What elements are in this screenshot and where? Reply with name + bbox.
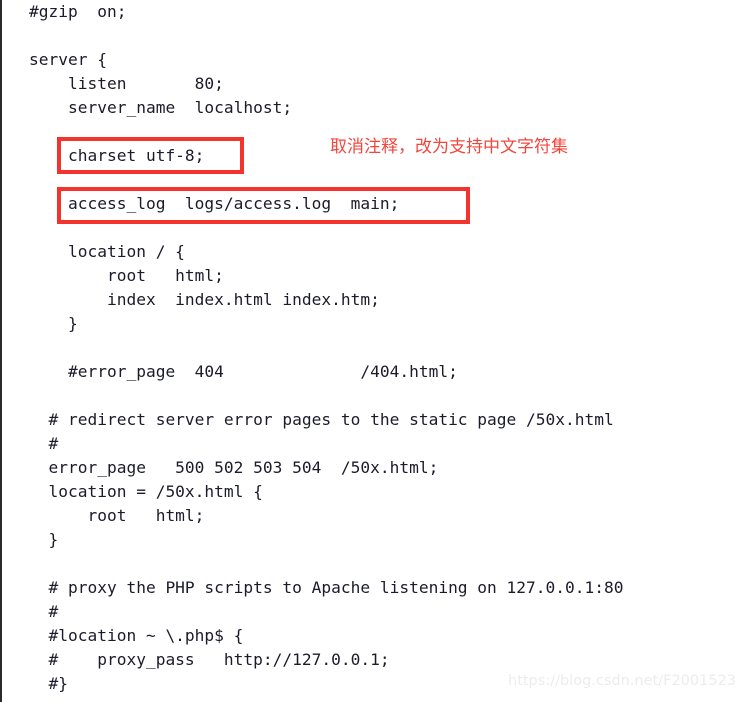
code-line: location / { (29, 242, 185, 261)
code-line: #gzip on; (29, 2, 127, 21)
code-line: root html; (29, 506, 205, 525)
code-line: } (29, 530, 59, 549)
code-line: root html; (29, 266, 224, 285)
code-line: listen 80; (29, 74, 224, 93)
screenshot-canvas: #gzip on; server { listen 80; server_name… (0, 0, 737, 702)
watermark: https://blog.csdn.net/F2001523 (508, 673, 737, 689)
code-line: # proxy_pass http://127.0.0.1; (29, 650, 390, 669)
code-line: #error_page 404 /404.html; (29, 362, 458, 381)
code-line: # (29, 602, 59, 621)
annotation-text: 取消注释，改为支持中文字符集 (330, 137, 568, 157)
code-line: # proxy the PHP scripts to Apache listen… (29, 578, 624, 597)
code-line: server { (29, 50, 107, 69)
code-line: # (29, 434, 59, 453)
code-line: server_name localhost; (29, 98, 293, 117)
code-line-access-log: access_log logs/access.log main; (29, 194, 400, 213)
code-line: location = /50x.html { (29, 482, 263, 501)
code-line: #location ~ \.php$ { (29, 626, 244, 645)
code-line: # redirect server error pages to the sta… (29, 410, 614, 429)
code-line: error_page 500 502 503 504 /50x.html; (29, 458, 439, 477)
code-line: } (29, 314, 78, 333)
code-line: index index.html index.htm; (29, 290, 380, 309)
nginx-config-code-block: #gzip on; server { listen 80; server_name… (0, 0, 737, 702)
